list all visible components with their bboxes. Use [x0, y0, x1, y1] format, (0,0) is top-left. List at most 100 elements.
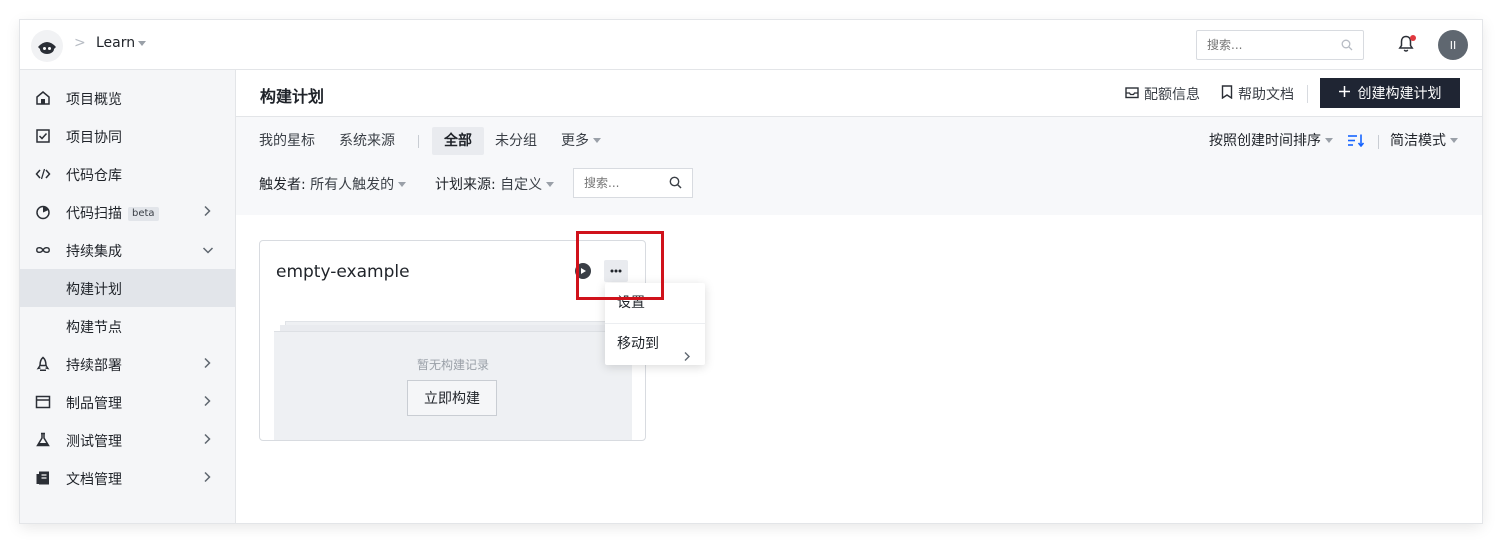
- scan-icon: [35, 204, 51, 220]
- sidebar-item-overview[interactable]: 项目概览: [20, 79, 235, 117]
- flask-icon: [35, 432, 51, 448]
- sort-order-icon[interactable]: [1348, 134, 1365, 151]
- sidebar-item-text: 代码扫描: [66, 206, 122, 222]
- project-switcher[interactable]: Learn: [96, 35, 135, 51]
- trigger-filter-value[interactable]: 所有人触发的: [310, 177, 394, 193]
- tab-all[interactable]: 全部: [432, 127, 484, 155]
- trigger-filter[interactable]: 触发者: 所有人触发的: [259, 171, 407, 199]
- app-logo-icon[interactable]: [31, 30, 63, 62]
- sidebar-item-build-nodes[interactable]: 构建节点: [20, 307, 235, 345]
- chevron-down-icon: [202, 243, 214, 259]
- create-build-plan-button[interactable]: 创建构建计划: [1320, 78, 1460, 108]
- search-icon[interactable]: [1341, 39, 1353, 55]
- sidebar-item-label: 持续部署: [66, 358, 122, 374]
- tab-more[interactable]: 更多: [561, 127, 601, 155]
- trigger-filter-label: 触发者:: [259, 177, 306, 193]
- notification-dot: [1410, 35, 1416, 41]
- ellipsis-icon: [610, 269, 622, 273]
- chevron-right-icon: [202, 205, 212, 221]
- quota-info-link[interactable]: 配额信息: [1125, 84, 1200, 104]
- header-divider: [1307, 85, 1308, 103]
- sidebar-item-docs[interactable]: 文档管理: [20, 459, 235, 497]
- chevron-down-icon: [398, 182, 407, 187]
- plan-search[interactable]: [573, 168, 693, 198]
- top-bar: > Learn II: [20, 20, 1482, 70]
- card-title[interactable]: empty-example: [276, 262, 410, 282]
- quota-info-label: 配额信息: [1144, 87, 1200, 103]
- source-filter[interactable]: 计划来源: 自定义: [435, 171, 555, 199]
- global-search-input[interactable]: [1197, 31, 1327, 59]
- sidebar-item-label: 代码扫描 beta: [66, 203, 159, 223]
- chevron-right-icon: [202, 471, 212, 487]
- more-options-menu: 设置 移动到: [605, 283, 705, 365]
- package-icon: [35, 394, 51, 410]
- search-icon[interactable]: [669, 176, 682, 193]
- play-icon[interactable]: [575, 263, 591, 279]
- sidebar-item-code-repo[interactable]: 代码仓库: [20, 155, 235, 193]
- sidebar-item-label: 测试管理: [66, 434, 122, 450]
- menu-item-settings[interactable]: 设置: [605, 283, 705, 323]
- chevron-down-icon: [593, 138, 601, 143]
- tab-more-label: 更多: [561, 133, 589, 149]
- chevron-down-icon: [1325, 138, 1333, 143]
- chevron-right-icon: [683, 338, 691, 378]
- sort-divider: [1378, 135, 1379, 149]
- page-title: 构建计划: [260, 87, 325, 106]
- code-icon: [35, 166, 51, 182]
- rocket-icon: [35, 356, 51, 372]
- sidebar-item-label: 代码仓库: [66, 168, 122, 184]
- chevron-right-icon: [202, 433, 212, 449]
- sidebar-item-ci[interactable]: 持续集成: [20, 231, 235, 269]
- build-now-button[interactable]: 立即构建: [407, 380, 497, 416]
- help-docs-link[interactable]: 帮助文档: [1221, 84, 1294, 104]
- main-panel: 构建计划 配额信息 帮助文档 创建构建计划 我的星标 系统来源 全部 未分组 更…: [236, 70, 1482, 523]
- plus-icon: [1338, 85, 1350, 101]
- plan-list: empty-example 暂无构建记录 立即构建 设置 移动到: [236, 215, 1482, 523]
- tab-ungrouped[interactable]: 未分组: [495, 127, 537, 155]
- sidebar-item-label: 构建计划: [66, 282, 122, 298]
- view-mode-dropdown[interactable]: 简洁模式: [1390, 127, 1458, 155]
- chevron-down-icon: [1450, 138, 1458, 143]
- chevron-down-icon[interactable]: [138, 41, 146, 46]
- global-search[interactable]: [1196, 30, 1364, 60]
- sidebar-item-label: 项目协同: [66, 130, 122, 146]
- tab-starred[interactable]: 我的星标: [259, 127, 315, 155]
- menu-item-move-to[interactable]: 移动到: [605, 324, 705, 364]
- bookmark-icon: [1221, 85, 1233, 103]
- inbox-icon: [1125, 86, 1139, 103]
- user-avatar[interactable]: II: [1438, 30, 1468, 60]
- more-options-button[interactable]: [604, 260, 628, 282]
- sidebar-item-cd[interactable]: 持续部署: [20, 345, 235, 383]
- empty-build-area: 暂无构建记录 立即构建: [274, 331, 632, 440]
- breadcrumb-separator: >: [74, 35, 86, 51]
- sidebar-item-label: 持续集成: [66, 244, 122, 260]
- beta-badge: beta: [128, 207, 159, 221]
- empty-build-text: 暂无构建记录: [416, 358, 489, 372]
- sidebar-item-artifacts[interactable]: 制品管理: [20, 383, 235, 421]
- sidebar-item-code-scan[interactable]: 代码扫描 beta: [20, 193, 235, 231]
- tab-system-source[interactable]: 系统来源: [339, 127, 395, 155]
- filter-area: 我的星标 系统来源 全部 未分组 更多 按照创建时间排序 简洁模式 触发者: 所…: [236, 117, 1482, 215]
- sidebar-item-label: 制品管理: [66, 396, 122, 412]
- book-icon: [35, 470, 51, 486]
- tab-divider: [418, 135, 419, 148]
- menu-item-label: 移动到: [617, 336, 659, 352]
- source-filter-value[interactable]: 自定义: [500, 177, 542, 193]
- chevron-right-icon: [202, 395, 212, 411]
- sort-label: 按照创建时间排序: [1209, 133, 1321, 149]
- sidebar-item-collaboration[interactable]: 项目协同: [20, 117, 235, 155]
- chevron-down-icon: [546, 182, 555, 187]
- create-button-label: 创建构建计划: [1357, 86, 1442, 102]
- plan-search-input[interactable]: [574, 169, 662, 197]
- sort-dropdown[interactable]: 按照创建时间排序: [1209, 127, 1333, 155]
- sidebar-item-label: 文档管理: [66, 472, 122, 488]
- source-filter-label: 计划来源:: [435, 177, 496, 193]
- sidebar-item-build-plans[interactable]: 构建计划: [20, 269, 235, 307]
- home-icon: [35, 90, 51, 106]
- app-window: > Learn II 项目概览 项目协同: [20, 20, 1482, 523]
- sidebar-item-testing[interactable]: 测试管理: [20, 421, 235, 459]
- sidebar: 项目概览 项目协同 代码仓库 代码扫描 beta 持续集成 构建计划 构建节点 …: [20, 70, 236, 523]
- sidebar-item-label: 构建节点: [66, 320, 122, 336]
- chevron-right-icon: [202, 357, 212, 373]
- build-plan-card[interactable]: empty-example 暂无构建记录 立即构建: [259, 240, 646, 441]
